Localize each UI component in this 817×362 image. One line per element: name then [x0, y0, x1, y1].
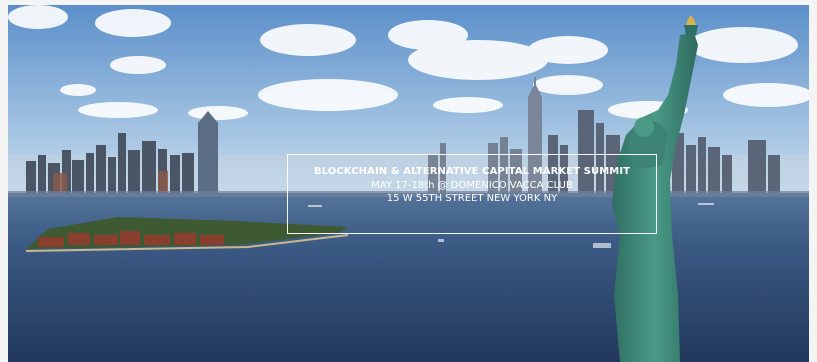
hero-banner: BLOCKCHAIN & ALTERNATIVE CAPITAL MARKET … [8, 5, 809, 362]
event-title: BLOCKCHAIN & ALTERNATIVE CAPITAL MARKET … [313, 166, 631, 177]
event-address: 15 W 55TH STREET NEW YORK NY [386, 193, 558, 204]
event-date-venue: MAY 17-18th @ DOMENICO VACCA CLUB [371, 180, 573, 191]
event-caption-box: BLOCKCHAIN & ALTERNATIVE CAPITAL MARKET … [287, 154, 657, 234]
